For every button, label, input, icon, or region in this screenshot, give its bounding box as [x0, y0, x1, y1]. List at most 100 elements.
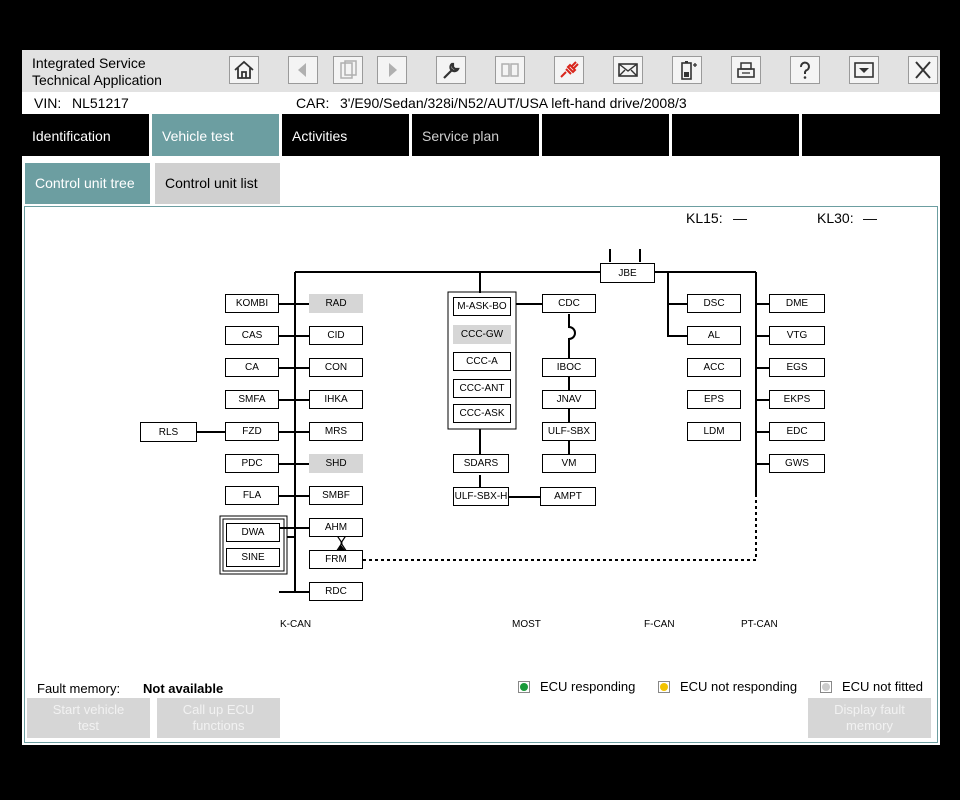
legend-not-fitted: ECU not fitted	[820, 679, 923, 694]
ecu-ccc-ant[interactable]: CCC-ANT	[453, 379, 511, 398]
display-fault-line2: memory	[846, 718, 893, 733]
ecu-ccc-a[interactable]: CCC-A	[453, 352, 511, 371]
ecu-al[interactable]: AL	[687, 326, 741, 345]
service-button[interactable]	[436, 56, 466, 84]
ecu-vtg[interactable]: VTG	[769, 326, 825, 345]
wrench-icon	[443, 62, 460, 79]
ecu-gws[interactable]: GWS	[769, 454, 825, 473]
tab-empty-1	[542, 114, 669, 156]
bus-label-most: MOST	[512, 619, 541, 630]
subtab-control-unit-tree[interactable]: Control unit tree	[25, 163, 150, 204]
ecu-shd[interactable]: SHD	[309, 454, 363, 473]
ecu-m-ask-bo[interactable]: M-ASK-BO	[453, 297, 511, 316]
tab-vehicle-test[interactable]: Vehicle test	[152, 114, 279, 156]
call-up-ecu-line2: functions	[192, 718, 245, 733]
ecu-ccc-ask[interactable]: CCC-ASK	[453, 404, 511, 423]
ecu-smbf[interactable]: SMBF	[309, 486, 363, 505]
help-button[interactable]	[790, 56, 820, 84]
ecu-smfa[interactable]: SMFA	[225, 390, 279, 409]
display-fault-line1: Display fault	[834, 702, 905, 717]
vehicle-info-bar: VIN: NL51217 CAR: 3'/E90/Sedan/328i/N52/…	[22, 92, 940, 114]
ecu-ca[interactable]: CA	[225, 358, 279, 377]
fault-memory-label: Fault memory:	[37, 681, 121, 696]
forward-button[interactable]	[377, 56, 407, 84]
ecu-ulf-sbx-h[interactable]: ULF-SBX-H	[453, 487, 509, 506]
app-title: Integrated Service Technical Application	[32, 55, 162, 89]
ecu-eps[interactable]: EPS	[687, 390, 741, 409]
ecu-ldm[interactable]: LDM	[687, 422, 741, 441]
vin-label: VIN:	[34, 95, 62, 111]
bus-label-f-can: F-CAN	[644, 619, 675, 630]
ecu-cid[interactable]: CID	[309, 326, 363, 345]
battery-button[interactable]	[672, 56, 702, 84]
ecu-sdars[interactable]: SDARS	[453, 454, 509, 473]
ecu-vm[interactable]: VM	[542, 454, 596, 473]
ecu-cdc[interactable]: CDC	[542, 294, 596, 313]
back-button[interactable]	[288, 56, 318, 84]
legend-responding: ECU responding	[518, 679, 635, 694]
ecu-dme[interactable]: DME	[769, 294, 825, 313]
clipboard-icon	[340, 60, 357, 79]
tab-activities[interactable]: Activities	[282, 114, 409, 156]
disconnect-button[interactable]	[495, 56, 525, 84]
toolbar: Integrated Service Technical Application	[22, 50, 940, 92]
connection-button[interactable]	[554, 56, 584, 84]
ecu-ahm[interactable]: AHM	[309, 518, 363, 537]
car-value: 3'/E90/Sedan/328i/N52/AUT/USA left-hand …	[340, 95, 687, 111]
ecu-cas[interactable]: CAS	[225, 326, 279, 345]
ecu-rls[interactable]: RLS	[140, 422, 197, 442]
subtab-control-unit-list[interactable]: Control unit list	[155, 163, 280, 204]
ecu-pdc[interactable]: PDC	[225, 454, 279, 473]
ecu-rad[interactable]: RAD	[309, 294, 363, 313]
tab-empty-2	[672, 114, 799, 156]
tab-identification[interactable]: Identification	[22, 114, 149, 156]
call-up-ecu-functions-button[interactable]: Call up ECU functions	[157, 698, 280, 738]
vin-value: NL51217	[72, 95, 129, 111]
ecu-ekps[interactable]: EKPS	[769, 390, 825, 409]
ecu-ampt[interactable]: AMPT	[540, 487, 596, 506]
plug-icon	[560, 61, 579, 78]
back-icon	[298, 63, 306, 77]
ecu-fzd[interactable]: FZD	[225, 422, 279, 441]
tab-service-plan[interactable]: Service plan	[412, 114, 539, 156]
ecu-sine[interactable]: SINE	[226, 548, 280, 567]
app-title-line2: Technical Application	[32, 72, 162, 88]
ecu-dwa[interactable]: DWA	[226, 523, 280, 542]
mail-icon	[618, 63, 638, 77]
ecu-jnav[interactable]: JNAV	[542, 390, 596, 409]
close-button[interactable]	[908, 56, 938, 84]
print-button[interactable]	[731, 56, 761, 84]
ecu-dsc[interactable]: DSC	[687, 294, 741, 313]
help-icon	[800, 61, 810, 79]
ecu-ulf-sbx[interactable]: ULF-SBX	[542, 422, 596, 441]
ecu-kombi[interactable]: KOMBI	[225, 294, 279, 313]
forward-icon	[389, 63, 397, 77]
ecu-acc[interactable]: ACC	[687, 358, 741, 377]
control-unit-tree-panel: KL15: — KL30: — JBE RLS KOMBI CAS CA SMF…	[24, 206, 938, 743]
ecu-fla[interactable]: FLA	[225, 486, 279, 505]
disconnect-icon	[501, 63, 519, 77]
start-vehicle-test-button[interactable]: Start vehicle test	[27, 698, 150, 738]
tab-empty-3	[802, 114, 940, 156]
ecu-rdc[interactable]: RDC	[309, 582, 363, 601]
home-button[interactable]	[229, 56, 259, 84]
ecu-ccc-gw[interactable]: CCC-GW	[453, 325, 511, 344]
messages-button[interactable]	[613, 56, 643, 84]
ecu-ihka[interactable]: IHKA	[309, 390, 363, 409]
ecu-con[interactable]: CON	[309, 358, 363, 377]
legend-responding-label: ECU responding	[540, 679, 636, 694]
legend-not-responding: ECU not responding	[658, 679, 797, 694]
display-fault-memory-button[interactable]: Display fault memory	[808, 698, 931, 738]
ecu-mrs[interactable]: MRS	[309, 422, 363, 441]
ecu-egs[interactable]: EGS	[769, 358, 825, 377]
ecu-iboc[interactable]: IBOC	[542, 358, 596, 377]
ecu-frm[interactable]: FRM	[309, 550, 363, 569]
minimize-button[interactable]	[849, 56, 879, 84]
clipboard-button[interactable]	[333, 56, 363, 84]
battery-icon	[681, 61, 697, 80]
ecu-jbe[interactable]: JBE	[600, 263, 655, 283]
close-icon	[915, 61, 931, 79]
start-vehicle-test-line2: test	[78, 718, 99, 733]
printer-icon	[737, 62, 755, 78]
ecu-edc[interactable]: EDC	[769, 422, 825, 441]
